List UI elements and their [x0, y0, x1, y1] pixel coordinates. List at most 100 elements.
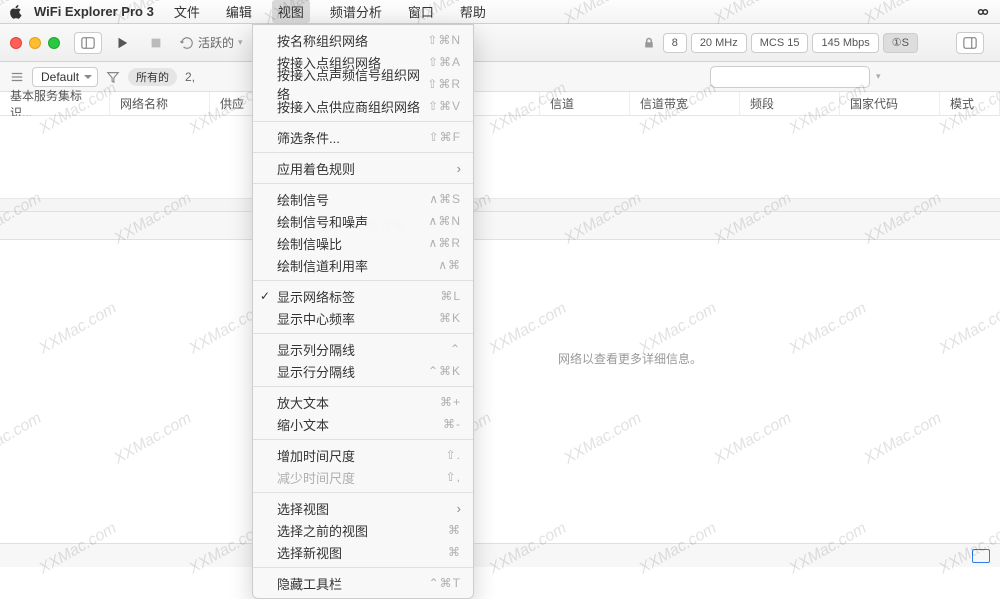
th-mode[interactable]: 模式 — [940, 92, 1000, 115]
shortcut-label: ∧⌘ — [438, 258, 461, 272]
shortcut-label: ⌘+ — [440, 395, 461, 409]
shortcut-label: ⇧, — [446, 470, 461, 484]
figure8-icon — [974, 3, 992, 21]
menu-item[interactable]: ✓显示网络标签⌘L — [253, 285, 473, 307]
menu-item[interactable]: 绘制信号 ∧⌘S — [253, 188, 473, 210]
menu-item[interactable]: 显示中心频率⌘K — [253, 307, 473, 329]
menu-item[interactable]: 按接入点声频信号组织网络⇧⌘R — [253, 73, 473, 95]
menu-separator — [253, 386, 473, 387]
menu-item-label: 筛选条件... — [277, 128, 340, 147]
menu-item-label: 选择视图 — [277, 499, 329, 518]
shortcut-label: ∧⌘N — [429, 214, 461, 228]
th-bandwidth[interactable]: 信道带宽 — [630, 92, 740, 115]
menu-item-label: 绘制信号 — [277, 190, 329, 209]
menu-item-label: 缩小文本 — [277, 415, 329, 434]
th-country[interactable]: 国家代码 — [840, 92, 940, 115]
menu-item[interactable]: 绘制信噪比∧⌘R — [253, 232, 473, 254]
menu-separator — [253, 333, 473, 334]
bandwidth-pill[interactable]: 20 MHz — [691, 33, 747, 53]
apple-logo-icon — [8, 4, 24, 20]
menu-item[interactable]: 绘制信道利用率∧⌘ — [253, 254, 473, 276]
menu-item[interactable]: 绘制信号和噪声∧⌘N — [253, 210, 473, 232]
menu-window[interactable]: 窗口 — [402, 0, 440, 23]
submenu-arrow-icon: › — [457, 161, 461, 176]
bottombar — [0, 543, 1000, 567]
menu-item-label: 按名称组织网络 — [277, 31, 368, 50]
menu-file[interactable]: 文件 — [168, 0, 206, 23]
panel-toggle-button[interactable] — [956, 32, 984, 54]
toolbar-right: 8 20 MHz MCS 15 145 Mbps ① S — [643, 32, 990, 54]
menu-item[interactable]: 显示列分隔线⌃ — [253, 338, 473, 360]
window-mode-icon[interactable] — [972, 549, 990, 563]
menu-item[interactable]: 缩小文本⌘- — [253, 413, 473, 435]
menu-item[interactable]: 选择视图 › — [253, 497, 473, 519]
menu-item-label: 绘制信噪比 — [277, 234, 342, 253]
th-channel[interactable]: 信道 — [540, 92, 630, 115]
channel-pill[interactable]: 8 — [663, 33, 687, 53]
toolbar: 活跃的 ▾ 8 20 MHz MCS 15 145 Mbps ① S — [0, 24, 1000, 62]
app-name[interactable]: WiFi Explorer Pro 3 — [34, 4, 154, 19]
menu-item-label: 隐藏工具栏 — [277, 574, 342, 593]
minimize-button[interactable] — [29, 37, 41, 49]
menu-item[interactable]: 筛选条件... ⇧⌘F — [253, 126, 473, 148]
menu-spectrum[interactable]: 频谱分析 — [324, 0, 388, 23]
shortcut-label: ⇧⌘N — [427, 33, 461, 47]
close-button[interactable] — [10, 37, 22, 49]
table-body — [0, 116, 1000, 212]
menu-help[interactable]: 帮助 — [454, 0, 492, 23]
menu-view[interactable]: 视图 — [272, 0, 310, 23]
list-icon[interactable] — [10, 70, 24, 84]
th-name[interactable]: 网络名称 — [110, 92, 210, 115]
stop-button[interactable] — [142, 32, 170, 54]
watermark-text: XXMac.com — [711, 410, 795, 469]
badge-pill[interactable]: ① S — [883, 33, 918, 53]
status-label: 活跃的 — [198, 34, 234, 51]
menu-item[interactable]: 选择之前的视图⌘ — [253, 519, 473, 541]
shortcut-label: ⌘ — [448, 523, 461, 537]
profile-dropdown[interactable]: Default — [32, 67, 98, 87]
detail-tabs: 度 频谱 高级详情 — [0, 212, 1000, 240]
rate-pill[interactable]: 145 Mbps — [812, 33, 878, 53]
search-field[interactable]: ▾ — [710, 66, 870, 88]
th-bssid[interactable]: 基本服务集标识... — [0, 92, 110, 115]
play-icon — [115, 36, 129, 50]
menu-item[interactable]: 按接入点供应商组织网络⇧⌘V — [253, 95, 473, 117]
menu-item: 减少时间尺度⇧, — [253, 466, 473, 488]
sidebar-icon — [81, 36, 95, 50]
table-header: 基本服务集标识... 网络名称 供应 信道 信道带宽 频段 国家代码 模式 — [0, 92, 1000, 116]
menu-separator — [253, 183, 473, 184]
menu-item[interactable]: 增加时间尺度⇧. — [253, 444, 473, 466]
menu-separator — [253, 439, 473, 440]
shortcut-label: ⌃⌘K — [428, 364, 461, 378]
menu-item-label: 显示中心频率 — [277, 309, 355, 328]
menu-item[interactable]: 显示行分隔线⌃⌘K — [253, 360, 473, 382]
shortcut-label: ⇧⌘F — [429, 130, 461, 144]
mcs-pill[interactable]: MCS 15 — [751, 33, 809, 53]
th-band[interactable]: 频段 — [740, 92, 840, 115]
search-input[interactable] — [721, 70, 876, 84]
menu-item-label: 显示网络标签 — [277, 287, 355, 306]
menu-item[interactable]: 放大文本⌘+ — [253, 391, 473, 413]
menu-item[interactable]: 隐藏工具栏⌃⌘T — [253, 572, 473, 594]
view-menu-dropdown: 按名称组织网络⇧⌘N按接入点组织网络⇧⌘A按接入点声频信号组织网络⇧⌘R按接入点… — [252, 24, 474, 599]
play-button[interactable] — [108, 32, 136, 54]
menu-item[interactable]: 选择新视图⌘ — [253, 541, 473, 563]
watermark-text: XXMac.com — [0, 410, 45, 469]
menu-item[interactable]: 按名称组织网络 ⇧⌘N — [253, 29, 473, 51]
system-menubar: WiFi Explorer Pro 3 文件 编辑 视图 频谱分析 窗口 帮助 — [0, 0, 1000, 24]
maximize-button[interactable] — [48, 37, 60, 49]
submenu-arrow-icon: › — [457, 501, 461, 516]
scan-status: 活跃的 ▾ — [180, 34, 243, 51]
filter-icon[interactable] — [106, 70, 120, 84]
lock-icon — [643, 37, 655, 49]
count-label: 2, — [185, 70, 195, 84]
menu-separator — [253, 121, 473, 122]
filter-chip[interactable]: 所有的 — [128, 68, 177, 86]
menu-edit[interactable]: 编辑 — [220, 0, 258, 23]
empty-state-message: 网络以查看更多详细信息。 — [0, 240, 1000, 367]
watermark-text: XXMac.com — [861, 410, 945, 469]
shortcut-label: ⇧. — [446, 448, 461, 462]
menu-item[interactable]: 应用着色规则› — [253, 157, 473, 179]
sidebar-toggle-button[interactable] — [74, 32, 102, 54]
shortcut-label: ∧⌘S — [429, 192, 461, 206]
